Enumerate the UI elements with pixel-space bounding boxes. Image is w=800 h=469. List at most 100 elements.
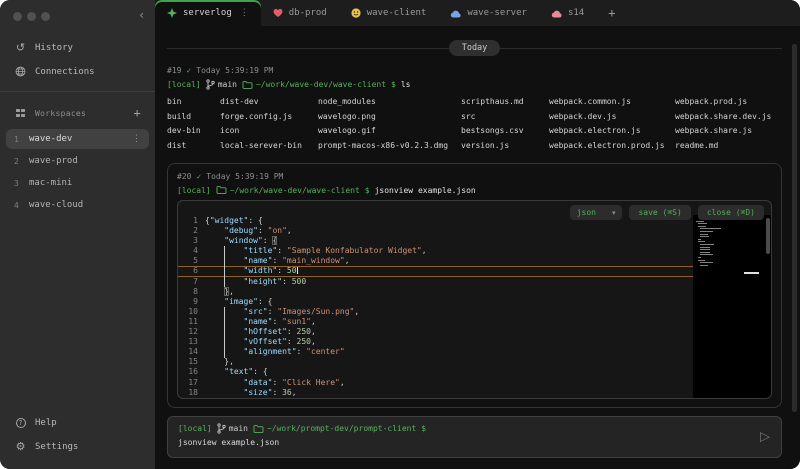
- editor-scrollbar[interactable]: [766, 218, 770, 254]
- code-line: 4 "title": "Sample Konfabulator Widget",: [178, 246, 693, 256]
- add-workspace-button[interactable]: +: [133, 106, 141, 120]
- smiley-icon: [351, 8, 361, 18]
- traffic-light-close[interactable]: [13, 12, 22, 21]
- code-line: 17 "data": "Click Here",: [178, 378, 693, 388]
- sidebar-collapse-icon[interactable]: ‹: [139, 8, 144, 22]
- code-line: 10 "src": "Images/Sun.png",: [178, 307, 693, 317]
- line-number: 7: [178, 277, 198, 287]
- minimap-line: [698, 257, 701, 258]
- workspace-menu-icon[interactable]: ⋮: [132, 134, 141, 144]
- minimap-line: [700, 254, 713, 255]
- command-input[interactable]: [local] main ~/work/prompt-dev/prompt-clie…: [167, 416, 782, 458]
- command-text: ls: [401, 80, 411, 89]
- sidebar-item-connections[interactable]: Connections: [0, 60, 155, 83]
- sidebar-item-help[interactable]: ? Help: [0, 412, 155, 434]
- main-area: serverlog⋮db-prodwave-clientwave-servers…: [155, 0, 800, 469]
- command-block-19: #19 ✓ Today 5:39:19 PM [local]main~/work…: [167, 66, 782, 153]
- line-number: 11: [178, 317, 198, 327]
- save-button[interactable]: save (⌘S): [629, 205, 690, 220]
- workspace-name: mac-mini: [29, 178, 72, 188]
- mode-select[interactable]: json ▾: [570, 205, 623, 220]
- minimap-line: [700, 247, 710, 248]
- code-text: "text": {: [205, 367, 268, 377]
- code-text: },: [205, 287, 234, 297]
- prompt-host: [local]: [178, 424, 212, 433]
- file-name: webpack.prod.js: [675, 95, 782, 110]
- workspace-name: wave-cloud: [29, 200, 83, 210]
- code-line: 12 "hOffset": 250,: [178, 327, 693, 337]
- tab-serverlog[interactable]: serverlog⋮: [155, 0, 261, 26]
- tab-db-prod[interactable]: db-prod: [261, 0, 339, 26]
- command-text: jsonview example.json: [375, 186, 476, 195]
- git-branch: main: [217, 423, 248, 434]
- command-block-20: #20 ✓ Today 5:39:19 PM [local]~/work/wav…: [167, 163, 782, 408]
- file-name: webpack.common.js: [549, 95, 675, 110]
- code-text: "height": 500: [205, 277, 306, 287]
- traffic-light-zoom[interactable]: [41, 12, 50, 21]
- success-check-icon: ✓: [196, 172, 201, 181]
- send-icon[interactable]: ▷: [760, 430, 770, 445]
- minimap[interactable]: [693, 215, 771, 398]
- tab-wave-client[interactable]: wave-client: [339, 0, 439, 26]
- cwd: ~/work/wave-dev/wave-client: [242, 80, 386, 90]
- minimap-line: [696, 221, 704, 222]
- code-line: 7 "height": 500: [178, 277, 693, 287]
- connections-label: Connections: [35, 67, 95, 77]
- terminal-history[interactable]: Today #19 ✓ Today 5:39:19 PM [local]main…: [155, 26, 800, 469]
- command-input-text[interactable]: jsonview example.json: [178, 438, 771, 447]
- line-number: 13: [178, 337, 198, 347]
- git-branch-name: main: [229, 424, 248, 433]
- block-timestamp: Today 5:39:19 PM: [206, 172, 283, 181]
- tab-label: db-prod: [289, 8, 327, 18]
- sidebar: ‹ ↺ History Connections Workspaces + 1wa…: [0, 0, 155, 469]
- file-name: wavelogo.png: [318, 110, 461, 125]
- code-line-current: 6 "width": 50: [178, 266, 693, 276]
- workspace-list: 1wave-dev⋮2wave-prod3mac-mini4wave-cloud: [0, 127, 155, 217]
- code-line: 5 "name": "main_window",: [178, 256, 693, 266]
- settings-icon: ⚙: [14, 440, 27, 453]
- tab-wave-server[interactable]: wave-server: [438, 0, 539, 26]
- chevron-down-icon: ▾: [612, 209, 616, 217]
- code-line: 15 },: [178, 357, 693, 367]
- input-prompt-line: [local] main ~/work/prompt-dev/prompt-clie…: [178, 423, 771, 434]
- tab-s14[interactable]: s14: [539, 0, 596, 26]
- sidebar-nav: ↺ History Connections: [0, 35, 155, 83]
- indent-guide: [224, 246, 225, 287]
- sidebar-item-mac-mini[interactable]: 3mac-mini: [6, 173, 149, 193]
- cwd: ~/work/prompt-dev/prompt-client: [253, 424, 416, 434]
- minimap-line: [700, 231, 713, 232]
- line-number: 3: [178, 236, 198, 246]
- code-line: 8 },: [178, 287, 693, 297]
- traffic-light-minimize[interactable]: [27, 12, 36, 21]
- tab-menu-icon[interactable]: ⋮: [240, 8, 249, 18]
- line-number: 1: [178, 216, 198, 226]
- sidebar-item-settings[interactable]: ⚙ Settings: [0, 434, 155, 459]
- line-number: 9: [178, 297, 198, 307]
- code-line: 2 "debug": "on",: [178, 226, 693, 236]
- sidebar-item-wave-dev[interactable]: 1wave-dev⋮: [6, 129, 149, 149]
- line-number: 10: [178, 307, 198, 317]
- tab-bar: serverlog⋮ db-prod wave-clientwave-servers…: [155, 0, 800, 26]
- code-line: 9 "image": {: [178, 297, 693, 307]
- sidebar-item-history[interactable]: ↺ History: [0, 35, 155, 60]
- code-text: "title": "Sample Konfabulator Widget",: [205, 246, 427, 256]
- workspace-name: wave-prod: [29, 156, 78, 166]
- folder-icon: [242, 80, 253, 90]
- line-number: 16: [178, 367, 198, 377]
- code-line: 14 "alignment": "center": [178, 347, 693, 357]
- code-area[interactable]: 1{"widget": {2 "debug": "on",3 "window":…: [178, 216, 693, 398]
- app-window: ‹ ↺ History Connections Workspaces + 1wa…: [0, 0, 800, 469]
- git-branch: main: [206, 79, 237, 90]
- file-name: dev-bin: [167, 124, 220, 139]
- code-line: 16 "text": {: [178, 367, 693, 377]
- scrollbar-thumb[interactable]: [792, 44, 797, 412]
- json-editor[interactable]: json ▾ save (⌘S) close (⌘D) 1{"widget": …: [177, 200, 772, 399]
- sidebar-item-wave-prod[interactable]: 2wave-prod: [6, 151, 149, 171]
- viewer-toolbar: json ▾ save (⌘S) close (⌘D): [570, 205, 764, 220]
- line-number: 12: [178, 327, 198, 337]
- close-button[interactable]: close (⌘D): [698, 205, 764, 220]
- star-icon: [167, 8, 177, 18]
- code-text: "alignment": "center": [205, 347, 345, 357]
- new-tab-button[interactable]: +: [596, 0, 627, 26]
- sidebar-item-wave-cloud[interactable]: 4wave-cloud: [6, 195, 149, 215]
